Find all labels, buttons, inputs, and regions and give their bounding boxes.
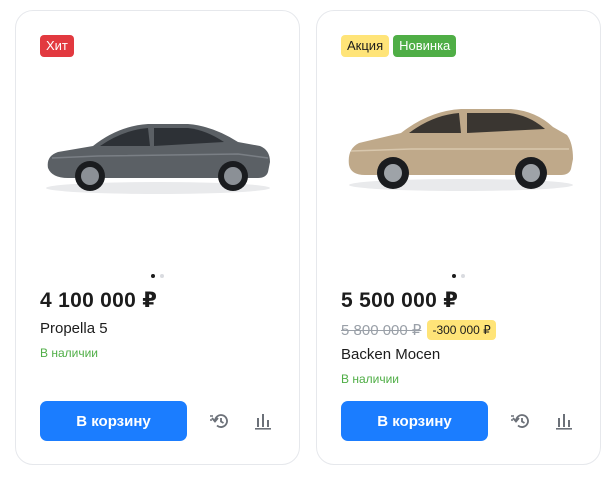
badge-group: Хит (40, 35, 74, 57)
product-name[interactable]: Propella 5 (40, 320, 108, 337)
slider-dot-active[interactable] (452, 274, 456, 278)
price: 4 100 000 ₽ (40, 289, 158, 312)
history-compare-icon[interactable] (510, 410, 532, 432)
car-image-sedan[interactable] (38, 106, 278, 201)
bar-chart-icon[interactable] (553, 410, 575, 432)
product-name[interactable]: Backen Mocen (341, 346, 440, 363)
old-price-row: 5 800 000 ₽ -300 000 ₽ (341, 320, 496, 340)
sale-badge: Акция (341, 35, 390, 57)
old-price: 5 800 000 ₽ (341, 322, 422, 339)
image-slider-dots[interactable] (317, 274, 600, 278)
slider-dot[interactable] (160, 274, 164, 278)
stock-status: В наличии (341, 372, 400, 386)
bar-chart-icon[interactable] (252, 410, 274, 432)
new-badge: Новинка (393, 35, 457, 57)
slider-dot-active[interactable] (151, 274, 155, 278)
discount-badge: -300 000 ₽ (427, 320, 496, 340)
price: 5 500 000 ₽ (341, 289, 459, 312)
car-image-suv[interactable] (341, 99, 581, 194)
image-slider-dots[interactable] (16, 274, 299, 278)
product-card[interactable]: Акция Новинка 5 500 000 ₽ 5 800 000 ₽ -3… (316, 10, 601, 465)
add-to-cart-button[interactable]: В корзину (40, 401, 187, 441)
badge-group: Акция Новинка (341, 35, 457, 57)
slider-dot[interactable] (461, 274, 465, 278)
stock-status: В наличии (40, 346, 99, 360)
add-to-cart-button[interactable]: В корзину (341, 401, 488, 441)
history-compare-icon[interactable] (209, 410, 231, 432)
hit-badge: Хит (40, 35, 74, 57)
product-card[interactable]: Хит 4 100 000 ₽ Propella 5 В наличии В к… (15, 10, 300, 465)
